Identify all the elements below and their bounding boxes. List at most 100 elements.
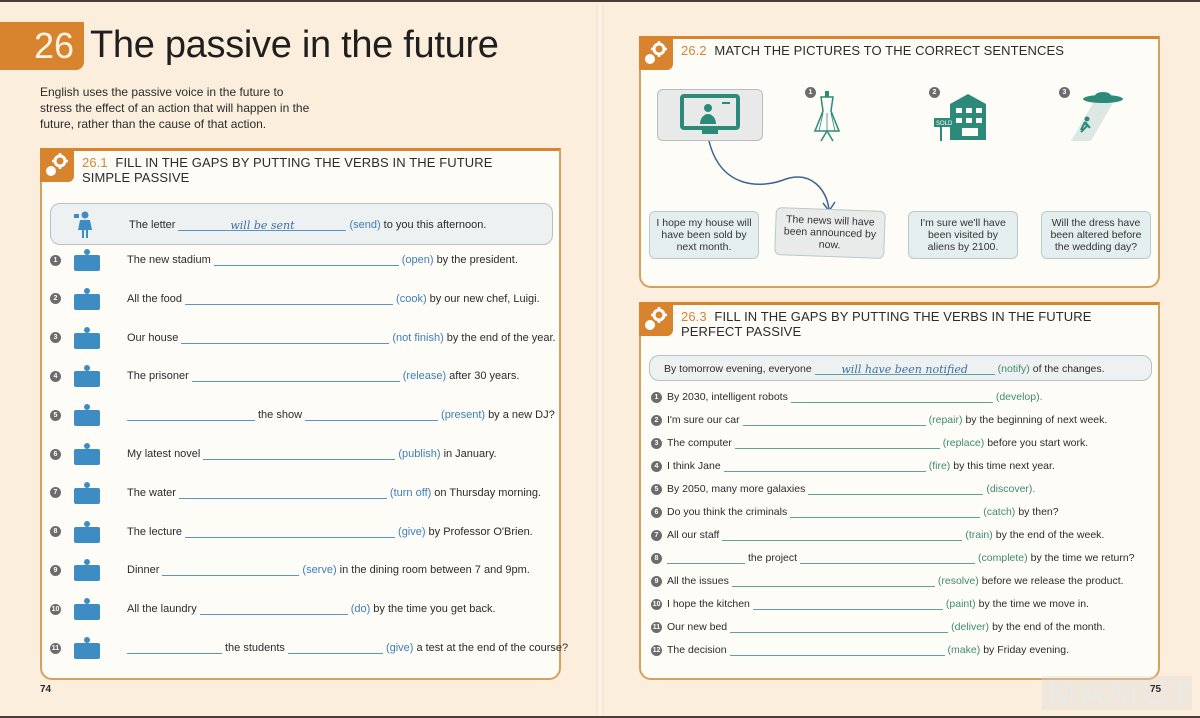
item-verb: (paint) <box>945 598 976 610</box>
answer-field[interactable] <box>790 391 993 403</box>
item-verb: (open) <box>401 254 434 266</box>
item-number: 1 <box>651 391 662 403</box>
exercise-item: 2 All the food (cook) by our new chef, Luig… <box>50 284 540 314</box>
sentence-card[interactable]: I hope my house will have been sold by n… <box>649 211 759 259</box>
item-text-before: Dinner <box>127 564 160 577</box>
item-number: 6 <box>50 448 61 460</box>
item-number: 3 <box>651 437 662 449</box>
item-text-after: by Friday evening. <box>983 644 1070 656</box>
item-text-after: by the time we move in. <box>978 598 1089 610</box>
item-number: 11 <box>50 642 61 654</box>
answer-field[interactable] <box>723 460 926 472</box>
example-answer-field[interactable]: will have been notified <box>814 363 995 376</box>
answer-field[interactable] <box>790 506 981 518</box>
watermark: MAMUT <box>1042 674 1192 712</box>
sentence-card[interactable]: Will the dress have been altered before … <box>1041 211 1151 259</box>
picture-number: 2 <box>929 87 940 98</box>
item-verb: (deliver) <box>951 621 990 633</box>
gears-icon <box>40 148 74 182</box>
answer-field[interactable] <box>667 552 745 564</box>
answer-field[interactable] <box>730 621 949 633</box>
ufo-abduction-icon <box>1071 92 1123 141</box>
page-number-left: 74 <box>40 684 52 695</box>
sentence-card[interactable]: The news will have been announced by now… <box>774 207 886 259</box>
item-number: 8 <box>651 552 662 564</box>
answer-field[interactable] <box>213 254 399 266</box>
answer-field[interactable] <box>127 642 222 654</box>
item-text-after: before you start work. <box>987 437 1089 449</box>
answer-field[interactable] <box>203 448 396 460</box>
answer-field[interactable] <box>729 644 945 656</box>
exercise-item: 8 the project (complete) by the time we ret… <box>651 548 1135 568</box>
item-number: 2 <box>651 414 662 426</box>
answer-field[interactable] <box>808 483 984 495</box>
answer-field[interactable] <box>181 332 390 344</box>
item-text-before: The new stadium <box>127 254 211 266</box>
item-text-after: by this time next year. <box>953 460 1055 472</box>
answer-field[interactable] <box>800 552 976 564</box>
item-number: 8 <box>50 526 61 538</box>
answer-field[interactable] <box>191 370 400 383</box>
exercise-item: 5 the show (present) by a new DJ? <box>50 400 555 430</box>
item-text-before: By 2050, many more galaxies <box>667 483 806 495</box>
item-text-after: by the beginning of next week. <box>965 414 1108 426</box>
answer-field[interactable] <box>742 414 926 426</box>
example-before: By tomorrow evening, everyone <box>664 363 812 375</box>
item-text-after: by the end of the week. <box>995 529 1105 541</box>
exercise-item: 4 I think Jane (fire) by this time next yea… <box>651 456 1055 476</box>
dress-mannequin-icon <box>813 91 841 142</box>
item-verb: (discover). <box>986 483 1036 495</box>
exercise-item: 3 Our house (not finish) by the end of the … <box>50 323 556 353</box>
picture-3[interactable]: 3 <box>1059 87 1131 145</box>
waiter-dining-icon <box>67 556 107 584</box>
answer-field[interactable] <box>305 409 439 422</box>
item-text-after: by the end of the year. <box>446 331 556 344</box>
answer-field[interactable] <box>162 564 300 577</box>
item-text-before: Our house <box>127 331 179 344</box>
answer-field[interactable] <box>731 575 935 587</box>
item-verb: (develop). <box>995 391 1043 403</box>
picture-example[interactable] <box>657 89 763 141</box>
picture-number: 3 <box>1059 87 1070 98</box>
item-text-after: by the time you get back. <box>373 603 496 616</box>
item-text-before: All our staff <box>667 529 720 541</box>
item-verb: (give) <box>398 525 426 538</box>
answer-field[interactable] <box>752 598 943 610</box>
sentence-text: I'm sure we'll have been visited by alie… <box>920 217 1006 253</box>
answer-field[interactable] <box>127 409 255 422</box>
exercise-26-1-panel: 26.1 FILL IN THE GAPS BY PUTTING THE VER… <box>40 148 568 680</box>
picture-1[interactable]: 1 <box>805 87 847 145</box>
sentence-text: Will the dress have been altered before … <box>1050 217 1142 253</box>
sentence-text: I hope my house will have been sold by n… <box>656 217 752 253</box>
answer-field[interactable] <box>178 487 387 499</box>
example-answer-field[interactable]: will be sent <box>178 219 347 232</box>
item-text-before: I think Jane <box>667 460 721 472</box>
answer-field[interactable] <box>199 603 348 616</box>
exercise-number: 26.1 <box>82 155 108 170</box>
item-number: 10 <box>50 603 61 615</box>
exercise-item: 10 I hope the kitchen (paint) by the time w… <box>651 594 1089 614</box>
exercise-title: 26.1 FILL IN THE GAPS BY PUTTING THE VER… <box>82 155 493 185</box>
exercise-26-3-panel: 26.3 FILL IN THE GAPS BY PUTTING THE VER… <box>639 302 1160 680</box>
item-text-middle: the project <box>748 552 798 564</box>
exercise-item: 11 the students (give) a test at the end of… <box>50 633 568 663</box>
sentence-card[interactable]: I'm sure we'll have been visited by alie… <box>908 211 1018 259</box>
item-text-after: by the president. <box>436 254 518 266</box>
item-text-before: The computer <box>667 437 732 449</box>
answer-field[interactable] <box>722 529 963 541</box>
example-row: The letter will be sent (send) to you th… <box>50 203 553 245</box>
answer-field[interactable] <box>287 642 383 654</box>
exercise-26-2-panel: 26.2 MATCH THE PICTURES TO THE CORRECT S… <box>639 36 1160 288</box>
item-text-before: I'm sure our car <box>667 414 740 426</box>
answer-field[interactable] <box>185 526 396 538</box>
item-text-after: before we release the product. <box>981 575 1124 587</box>
item-number: 5 <box>651 483 662 495</box>
title-line-1: MATCH THE PICTURES TO THE CORRECT SENTEN… <box>714 43 1064 58</box>
example-verb: (notify) <box>997 363 1030 375</box>
picture-2[interactable]: 2 SOLD <box>929 87 991 145</box>
answer-field[interactable] <box>734 437 940 449</box>
answer-field[interactable] <box>185 293 394 305</box>
item-text-before: I hope the kitchen <box>667 598 750 610</box>
item-number: 9 <box>651 575 662 587</box>
item-verb: (give) <box>385 642 414 654</box>
